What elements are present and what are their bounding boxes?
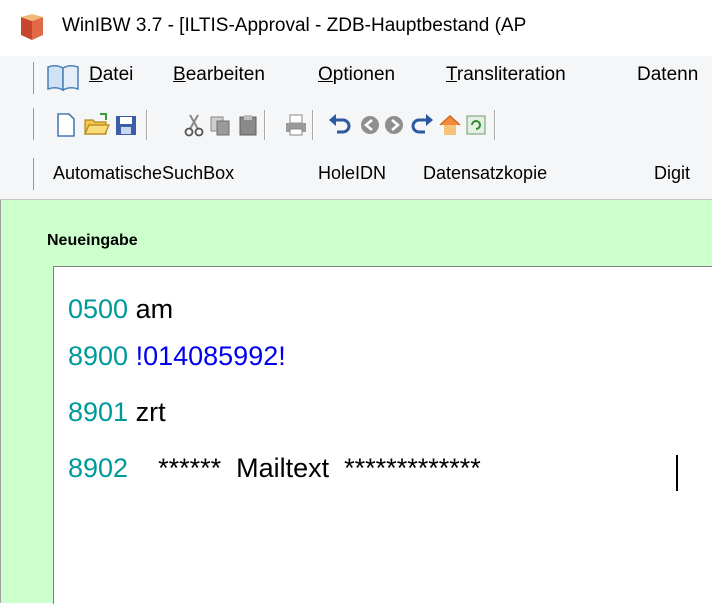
book-icon[interactable] [46, 62, 80, 92]
home-icon[interactable] [436, 111, 464, 139]
print-icon[interactable] [282, 111, 310, 139]
forward-icon[interactable] [380, 111, 408, 139]
menu-transliteration[interactable]: Transliteration [446, 64, 566, 86]
menu-datenn[interactable]: Datenn [637, 64, 698, 86]
toolbar-separator [312, 110, 313, 140]
toolbar-separator [494, 110, 495, 140]
window-title: WinIBW 3.7 - [ILTIS-Approval - ZDB-Haupt… [62, 15, 527, 36]
toolbar-grip[interactable] [33, 108, 38, 140]
record-line-8900[interactable]: 8900 !014085992! [68, 341, 286, 372]
menu-datei[interactable]: Datei [89, 64, 133, 86]
undo-icon[interactable] [326, 111, 354, 139]
copy-icon[interactable] [206, 111, 234, 139]
script-digit[interactable]: Digit [654, 163, 690, 184]
text-cursor [676, 455, 678, 491]
open-folder-icon[interactable] [82, 111, 110, 139]
toolbar-separator [146, 110, 147, 140]
toolbar-separator [264, 110, 265, 140]
save-icon[interactable] [112, 111, 140, 139]
menu-optionen[interactable]: Optionen [318, 64, 395, 86]
new-document-icon[interactable] [52, 111, 80, 139]
paste-icon[interactable] [234, 111, 262, 139]
script-automatische-suchbox[interactable]: AutomatischeSuchBox [53, 163, 234, 184]
winibw-app-icon[interactable] [18, 13, 46, 43]
title-bar: WinIBW 3.7 - [ILTIS-Approval - ZDB-Haupt… [0, 0, 712, 57]
panel-title: Neueingabe [47, 232, 138, 249]
scriptbar-grip[interactable] [33, 158, 38, 190]
record-line-8902[interactable]: 8902 ****** Mailtext ************* [68, 453, 481, 484]
script-datensatzkopie[interactable]: Datensatzkopie [423, 163, 547, 184]
record-line-8901[interactable]: 8901 zrt [68, 397, 166, 428]
menu-bearbeiten[interactable]: Bearbeiten [173, 64, 265, 86]
refresh-icon[interactable] [462, 111, 490, 139]
menubar-grip[interactable] [33, 62, 38, 94]
record-line-0500[interactable]: 0500 am [68, 294, 173, 325]
cut-icon[interactable] [180, 111, 208, 139]
redo-icon[interactable] [408, 111, 436, 139]
script-holeidn[interactable]: HoleIDN [318, 163, 386, 184]
